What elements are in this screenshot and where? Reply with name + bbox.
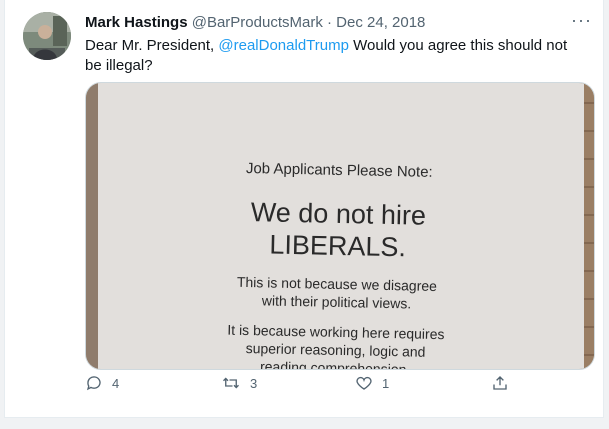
like-count: 1 [382, 375, 390, 391]
separator: · [327, 14, 332, 31]
reply-icon [86, 376, 101, 391]
tweet-actions: 4 3 1 [85, 374, 585, 398]
sign-photo: Job Applicants Please Note: We do not hi… [86, 83, 594, 369]
mention-link[interactable]: @realDonaldTrump [218, 37, 349, 54]
reply-button[interactable]: 4 [85, 374, 119, 392]
heart-icon [356, 376, 372, 390]
retweet-count: 3 [250, 375, 258, 391]
author-handle[interactable]: @BarProductsMark [192, 14, 323, 31]
tweet-image[interactable]: Job Applicants Please Note: We do not hi… [85, 82, 595, 370]
reply-count: 4 [112, 375, 120, 391]
more-options-icon[interactable]: ··· [571, 10, 592, 31]
like-button[interactable]: 1 [355, 374, 389, 392]
retweet-button[interactable]: 3 [221, 374, 257, 392]
tweet-text-prefix: Dear Mr. President, [85, 37, 219, 54]
retweet-icon [223, 377, 239, 389]
tweet-card[interactable]: Mark Hastings @BarProductsMark · Dec 24,… [4, 0, 604, 418]
author-name[interactable]: Mark Hastings [85, 14, 188, 31]
sign-line-2: We do not hire [251, 197, 427, 231]
avatar-image [23, 12, 71, 60]
share-icon [493, 376, 507, 390]
sign-line-3: LIBERALS. [269, 229, 406, 262]
share-button[interactable] [491, 374, 509, 392]
sign-line-5: with their political views. [261, 292, 412, 311]
tweet-date[interactable]: Dec 24, 2018 [336, 14, 425, 31]
tweet-text: Dear Mr. President, @realDonaldTrump Wou… [85, 36, 585, 76]
avatar[interactable] [23, 12, 71, 60]
tweet-header: Mark Hastings @BarProductsMark · Dec 24,… [85, 14, 425, 32]
